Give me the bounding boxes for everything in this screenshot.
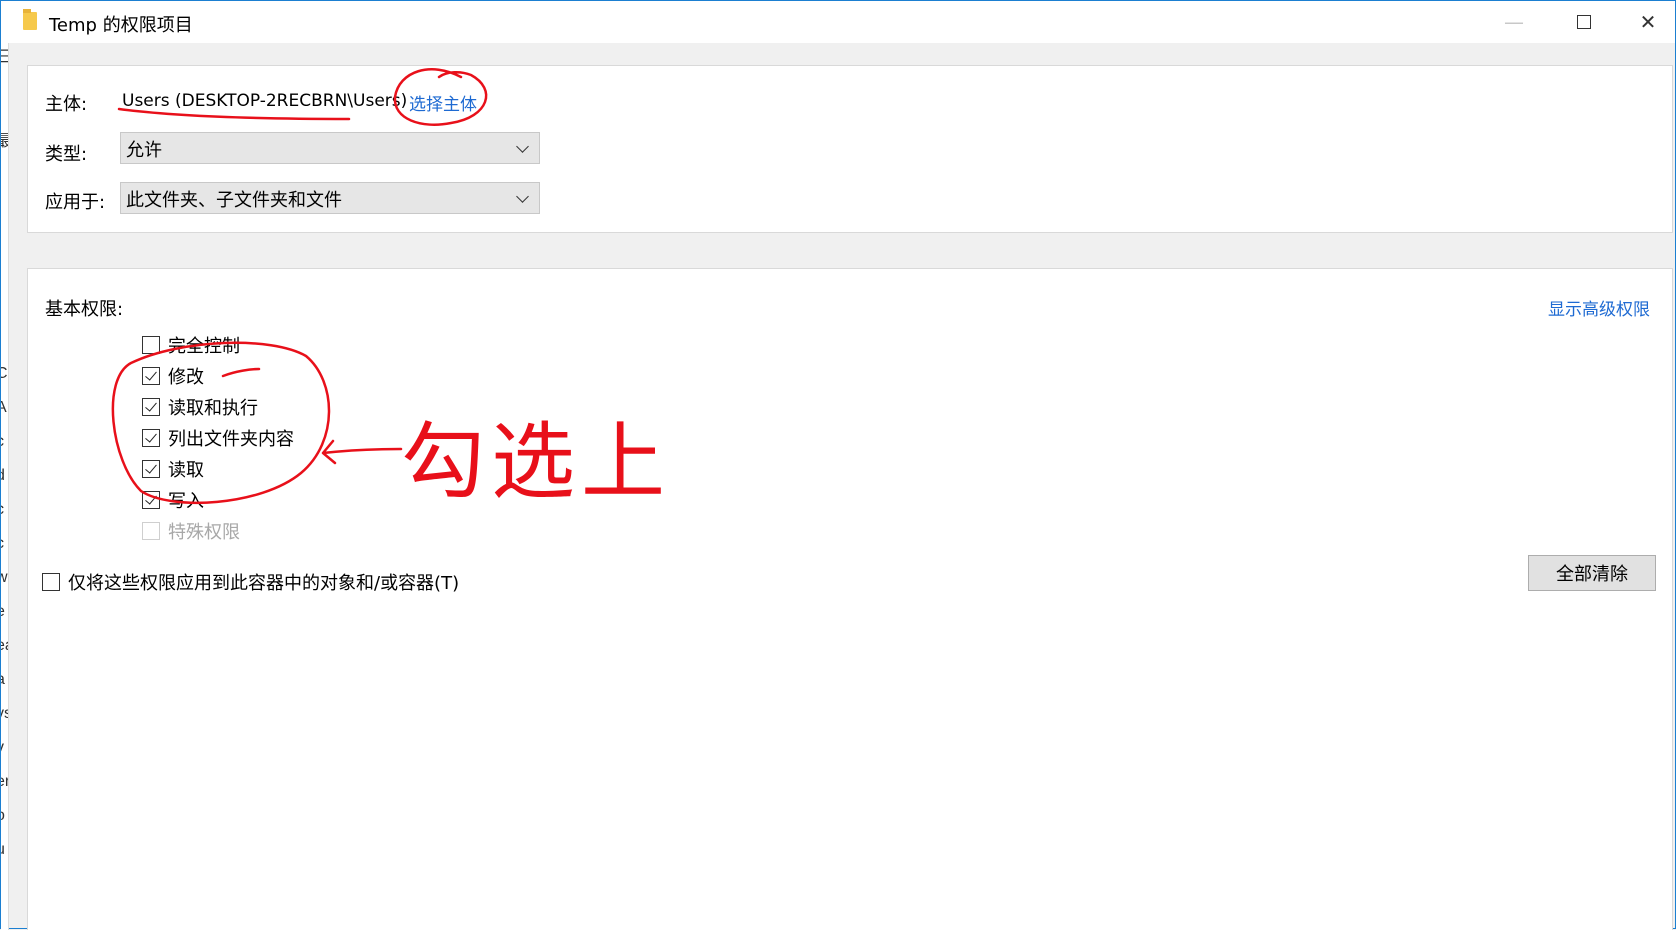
read-checkbox[interactable]: [142, 460, 160, 478]
background-char: d: [1, 467, 5, 485]
maximize-icon: [1577, 15, 1591, 29]
principal-panel: 主体: Users (DESKTOP-2RECBRN\Users) 选择主体 类…: [27, 65, 1673, 233]
special-permissions-label: 特殊权限: [168, 522, 240, 543]
chevron-down-icon: [516, 190, 529, 203]
background-char: er: [1, 773, 8, 791]
folder-icon: [23, 9, 37, 30]
background-char: c: [1, 535, 4, 553]
special-permissions-checkbox: [142, 522, 160, 540]
modify-label: 修改: [168, 367, 204, 388]
applies-to-label: 应用于:: [45, 192, 106, 213]
read-execute-checkbox[interactable]: [142, 398, 160, 416]
type-select-value: 允许: [126, 140, 162, 161]
permission-entry-window: Temp 的权限项目 — ✕ ▾ 日 最 C A c d c c w e ea …: [0, 0, 1676, 930]
background-char: A: [1, 399, 7, 417]
apply-only-checkbox[interactable]: [42, 573, 60, 591]
full-control-checkbox[interactable]: [142, 336, 160, 354]
type-label: 类型:: [45, 144, 88, 165]
background-char: w: [1, 569, 8, 587]
modify-checkbox[interactable]: [142, 367, 160, 385]
apply-only-label: 仅将这些权限应用到此容器中的对象和/或容器(T): [68, 573, 460, 594]
background-char: 日: [1, 43, 8, 67]
read-label: 读取: [168, 460, 204, 481]
type-select[interactable]: 允许: [120, 132, 540, 164]
chevron-down-icon: [516, 140, 529, 153]
background-char: e: [1, 603, 5, 621]
read-execute-label: 读取和执行: [168, 398, 258, 419]
background-char: v: [1, 739, 4, 757]
basic-permissions-label: 基本权限:: [45, 299, 124, 320]
close-button[interactable]: ✕: [1619, 1, 1676, 43]
full-control-label: 完全控制: [168, 336, 240, 357]
background-char: C: [1, 365, 8, 383]
background-char: c: [1, 501, 4, 519]
list-folder-contents-label: 列出文件夹内容: [168, 429, 294, 450]
applies-to-select[interactable]: 此文件夹、子文件夹和文件: [120, 182, 540, 214]
background-char: o: [1, 807, 5, 825]
minimize-button[interactable]: —: [1479, 1, 1549, 43]
show-advanced-permissions-link[interactable]: 显示高级权限: [1548, 295, 1650, 320]
maximize-button[interactable]: [1549, 1, 1619, 43]
clear-all-button[interactable]: 全部清除: [1528, 555, 1656, 591]
principal-label: 主体:: [45, 94, 88, 115]
principal-value: Users (DESKTOP-2RECBRN\Users): [122, 91, 408, 111]
background-char: ea: [1, 637, 8, 655]
write-checkbox[interactable]: [142, 491, 160, 509]
background-window-edge: ▾ 日 最 C A c d c c w e ea a ys v er o u: [1, 43, 9, 930]
list-folder-contents-checkbox[interactable]: [142, 429, 160, 447]
applies-to-select-value: 此文件夹、子文件夹和文件: [126, 190, 342, 211]
background-char: a: [1, 671, 5, 689]
write-label: 写入: [168, 491, 204, 512]
background-char: ys: [1, 705, 8, 723]
background-char: 最: [1, 127, 8, 151]
title-bar: Temp 的权限项目 — ✕: [1, 1, 1675, 43]
background-char: c: [1, 433, 4, 451]
permissions-panel: 基本权限: 显示高级权限 完全控制 修改 读取和执行 列出文件夹内容 读取 写入…: [27, 268, 1673, 930]
select-principal-link[interactable]: 选择主体: [409, 90, 477, 115]
window-title: Temp 的权限项目: [49, 15, 193, 36]
background-char: u: [1, 841, 5, 859]
